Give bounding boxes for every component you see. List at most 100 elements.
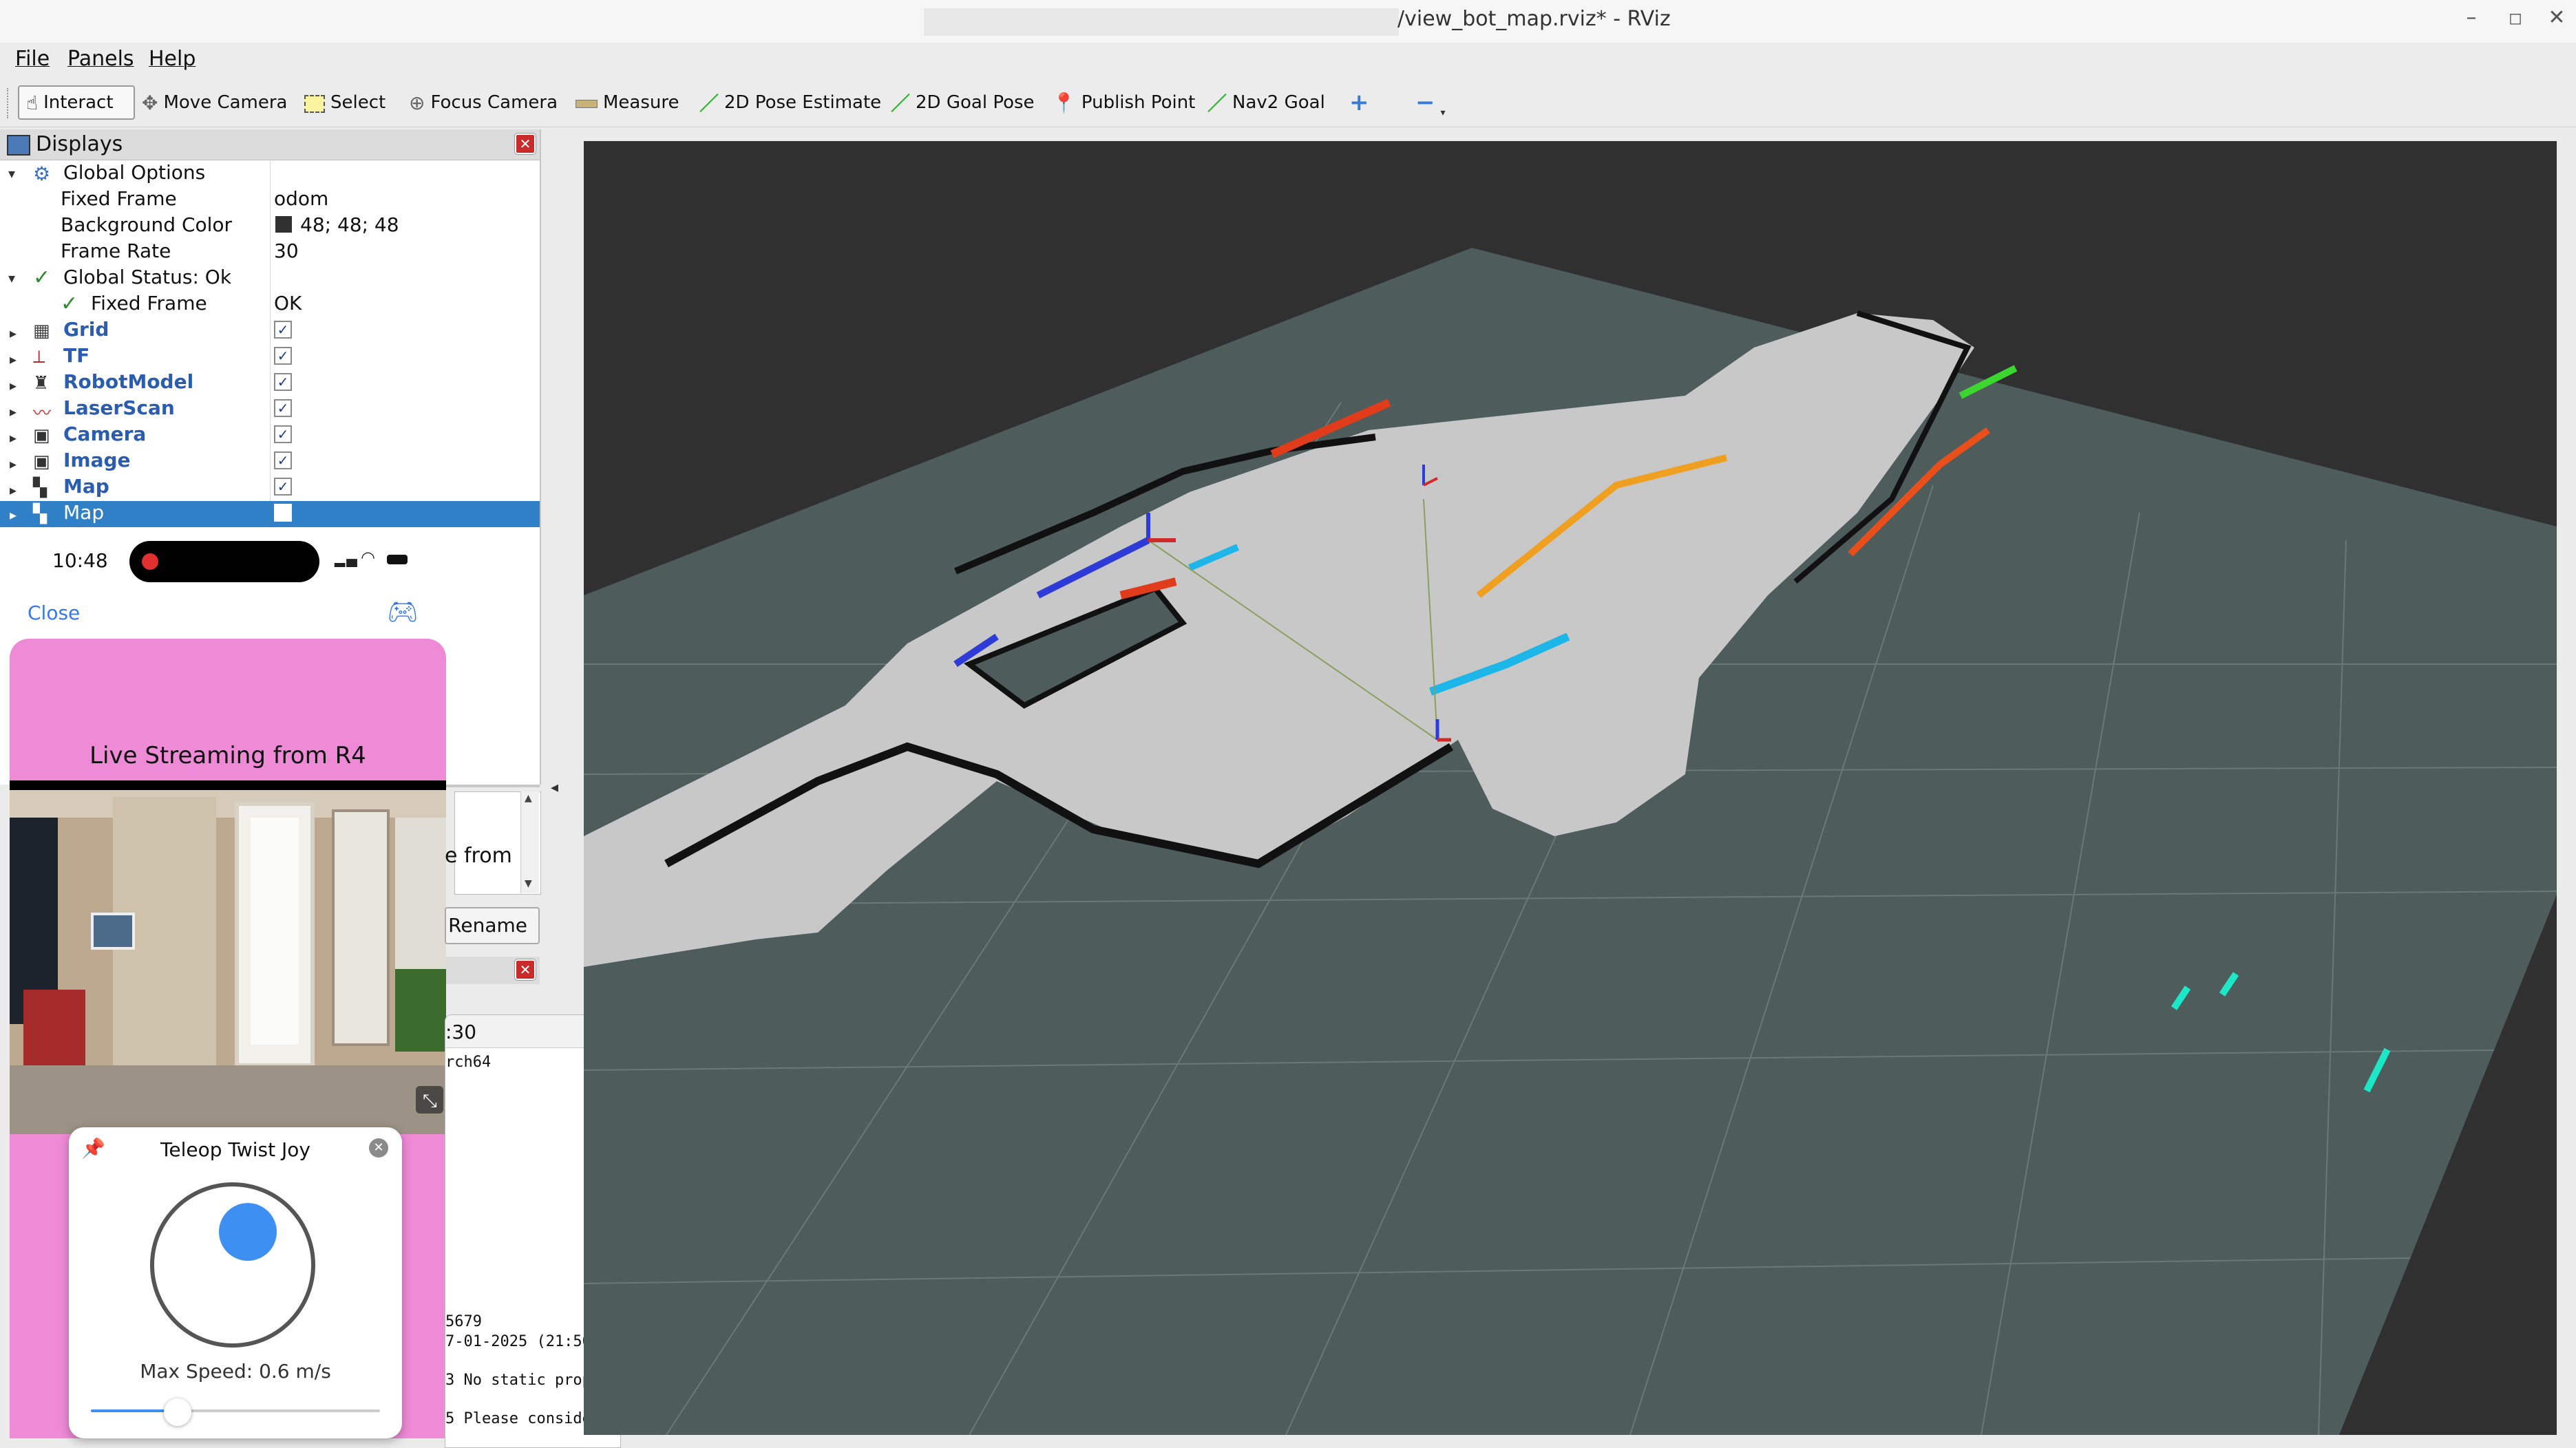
collapsed-arrow-icon[interactable]: ▸ [10, 456, 17, 472]
robotmodel-checkbox[interactable]: ✓ [274, 373, 292, 391]
move-camera-tool-button[interactable]: ✥ Move Camera [135, 85, 295, 120]
fixed-frame-label: Fixed Frame [61, 187, 177, 210]
collapsed-arrow-icon[interactable]: ▸ [10, 482, 17, 498]
display-item-map[interactable]: Map [63, 475, 109, 498]
collapsed-arrow-icon[interactable]: ▸ [10, 429, 17, 446]
teleop-title: Teleop Twist Joy [160, 1138, 310, 1161]
gamepad-icon[interactable]: 🎮︎ [387, 597, 419, 626]
grid-checkbox[interactable]: ✓ [274, 321, 292, 339]
phone-close-link[interactable]: Close [28, 601, 80, 624]
background-color-value[interactable]: 48; 48; 48 [300, 213, 399, 236]
goal-pose-tool-button[interactable]: ／ 2D Goal Pose [884, 85, 1042, 120]
map-selected-checkbox[interactable] [274, 504, 292, 522]
menu-panels[interactable]: Panels [67, 47, 134, 71]
measure-tool-button[interactable]: Measure [569, 85, 686, 120]
collapsed-arrow-icon[interactable]: ▸ [10, 351, 17, 368]
pin-icon: 📍 [1052, 91, 1076, 114]
rviz-3d-view[interactable] [584, 141, 2557, 1435]
pose-estimate-icon: ／ [699, 92, 719, 115]
monitor-icon [7, 135, 30, 156]
views-close-icon[interactable]: ✕ [514, 959, 536, 981]
maximize-button[interactable]: ◻ [2502, 8, 2529, 28]
focus-camera-tool-button[interactable]: ⊕ Focus Camera [402, 85, 564, 120]
display-item-robotmodel[interactable]: RobotModel [63, 370, 193, 393]
move-camera-icon: ✥ [142, 91, 158, 114]
collapsed-arrow-icon[interactable]: ▸ [10, 377, 17, 394]
nav2-goal-tool-button[interactable]: ／ Nav2 Goal [1201, 85, 1332, 120]
add-tool-button[interactable]: + [1342, 85, 1376, 120]
select-tool-button[interactable]: Select [297, 85, 392, 120]
scroll-up-icon[interactable]: ▲ [525, 793, 532, 804]
goal-pose-icon: ／ [891, 92, 911, 115]
image-checkbox[interactable]: ✓ [274, 451, 292, 469]
tf-checkbox[interactable]: ✓ [274, 347, 292, 365]
laser-scan-icon: 〰 [33, 403, 52, 424]
description-text-fragment: e from [445, 844, 512, 868]
camera-stream-video[interactable]: ⤡ [10, 790, 446, 1134]
3d-scene [584, 248, 2557, 1435]
minimize-button[interactable]: – [2458, 6, 2485, 30]
interact-tool-button[interactable]: ☝ Interact [18, 85, 135, 120]
image-icon: ▣ [33, 451, 50, 472]
speed-slider-thumb[interactable] [164, 1398, 191, 1426]
pose-estimate-tool-button[interactable]: ／ 2D Pose Estimate [693, 85, 888, 120]
robot-model-icon: ♜ [33, 373, 50, 394]
focus-camera-icon: ⊕ [409, 91, 425, 114]
stream-title: Live Streaming from R4 [89, 742, 366, 769]
svg-text:⤡: ⤡ [423, 1091, 437, 1111]
close-button[interactable]: ✕ [2543, 6, 2570, 30]
teleop-close-icon[interactable]: ✕ [369, 1138, 388, 1158]
plus-icon: + [1349, 89, 1369, 116]
panel-divider [446, 785, 540, 787]
global-options-label[interactable]: Global Options [63, 161, 205, 184]
title-redacted-area [924, 8, 1399, 36]
map-checkbox[interactable]: ✓ [274, 478, 292, 496]
toolbar-grip [7, 88, 11, 118]
menu-help[interactable]: Help [149, 47, 196, 71]
camera-frame-image: ⤡ [10, 790, 446, 1134]
status-fixed-frame-label: Fixed Frame [91, 292, 207, 315]
menu-file[interactable]: File [15, 47, 50, 71]
checkmark-icon: ✓ [61, 292, 78, 316]
map-icon: ▚ [33, 504, 47, 524]
collapsed-arrow-icon[interactable]: ▸ [10, 507, 17, 523]
displays-close-icon[interactable]: ✕ [514, 133, 536, 155]
dropdown-arrow-icon: ▾ [1440, 107, 1446, 118]
display-item-map-selected[interactable]: Map [63, 501, 104, 524]
color-swatch[interactable] [275, 216, 292, 233]
fixed-frame-value[interactable]: odom [274, 187, 328, 210]
nav2-goal-icon: ／ [1207, 92, 1227, 115]
checkmark-icon: ✓ [33, 266, 51, 290]
status-ok-value: OK [274, 292, 302, 315]
expand-arrow-icon[interactable]: ▾ [8, 270, 15, 286]
frame-rate-label: Frame Rate [61, 239, 171, 262]
panel-collapse-arrow-icon[interactable]: ◂ [551, 779, 558, 796]
map-icon: ▚ [33, 478, 47, 498]
laserscan-checkbox[interactable]: ✓ [274, 399, 292, 417]
terminal-title-fragment: :30 [445, 1021, 477, 1043]
collapsed-arrow-icon[interactable]: ▸ [10, 403, 17, 420]
phone-time: 10:48 [52, 549, 108, 572]
scroll-down-icon[interactable]: ▼ [525, 878, 532, 889]
background-color-label: Background Color [61, 213, 233, 236]
joystick-knob[interactable] [219, 1203, 277, 1261]
grid-icon: ▦ [33, 321, 50, 341]
display-item-laserscan[interactable]: LaserScan [63, 396, 175, 419]
frame-rate-value[interactable]: 30 [274, 239, 299, 262]
display-item-camera[interactable]: Camera [63, 423, 146, 445]
display-item-tf[interactable]: TF [63, 344, 89, 367]
expand-arrow-icon[interactable]: ▾ [8, 165, 15, 182]
camera-checkbox[interactable]: ✓ [274, 425, 292, 443]
collapsed-arrow-icon[interactable]: ▸ [10, 325, 17, 341]
menu-bar [0, 43, 2576, 77]
rename-button[interactable]: Rename [445, 907, 540, 944]
remove-tool-button[interactable]: − ▾ [1408, 85, 1453, 120]
tf-icon: ⟂ [33, 347, 45, 368]
publish-point-tool-button[interactable]: 📍 Publish Point [1045, 85, 1202, 120]
display-item-grid[interactable]: Grid [63, 318, 109, 341]
battery-icon [387, 555, 408, 564]
global-status-label[interactable]: Global Status: Ok [63, 266, 231, 288]
gear-icon: ⚙ [33, 162, 51, 185]
display-item-image[interactable]: Image [63, 449, 131, 471]
property-column-divider [270, 160, 271, 524]
